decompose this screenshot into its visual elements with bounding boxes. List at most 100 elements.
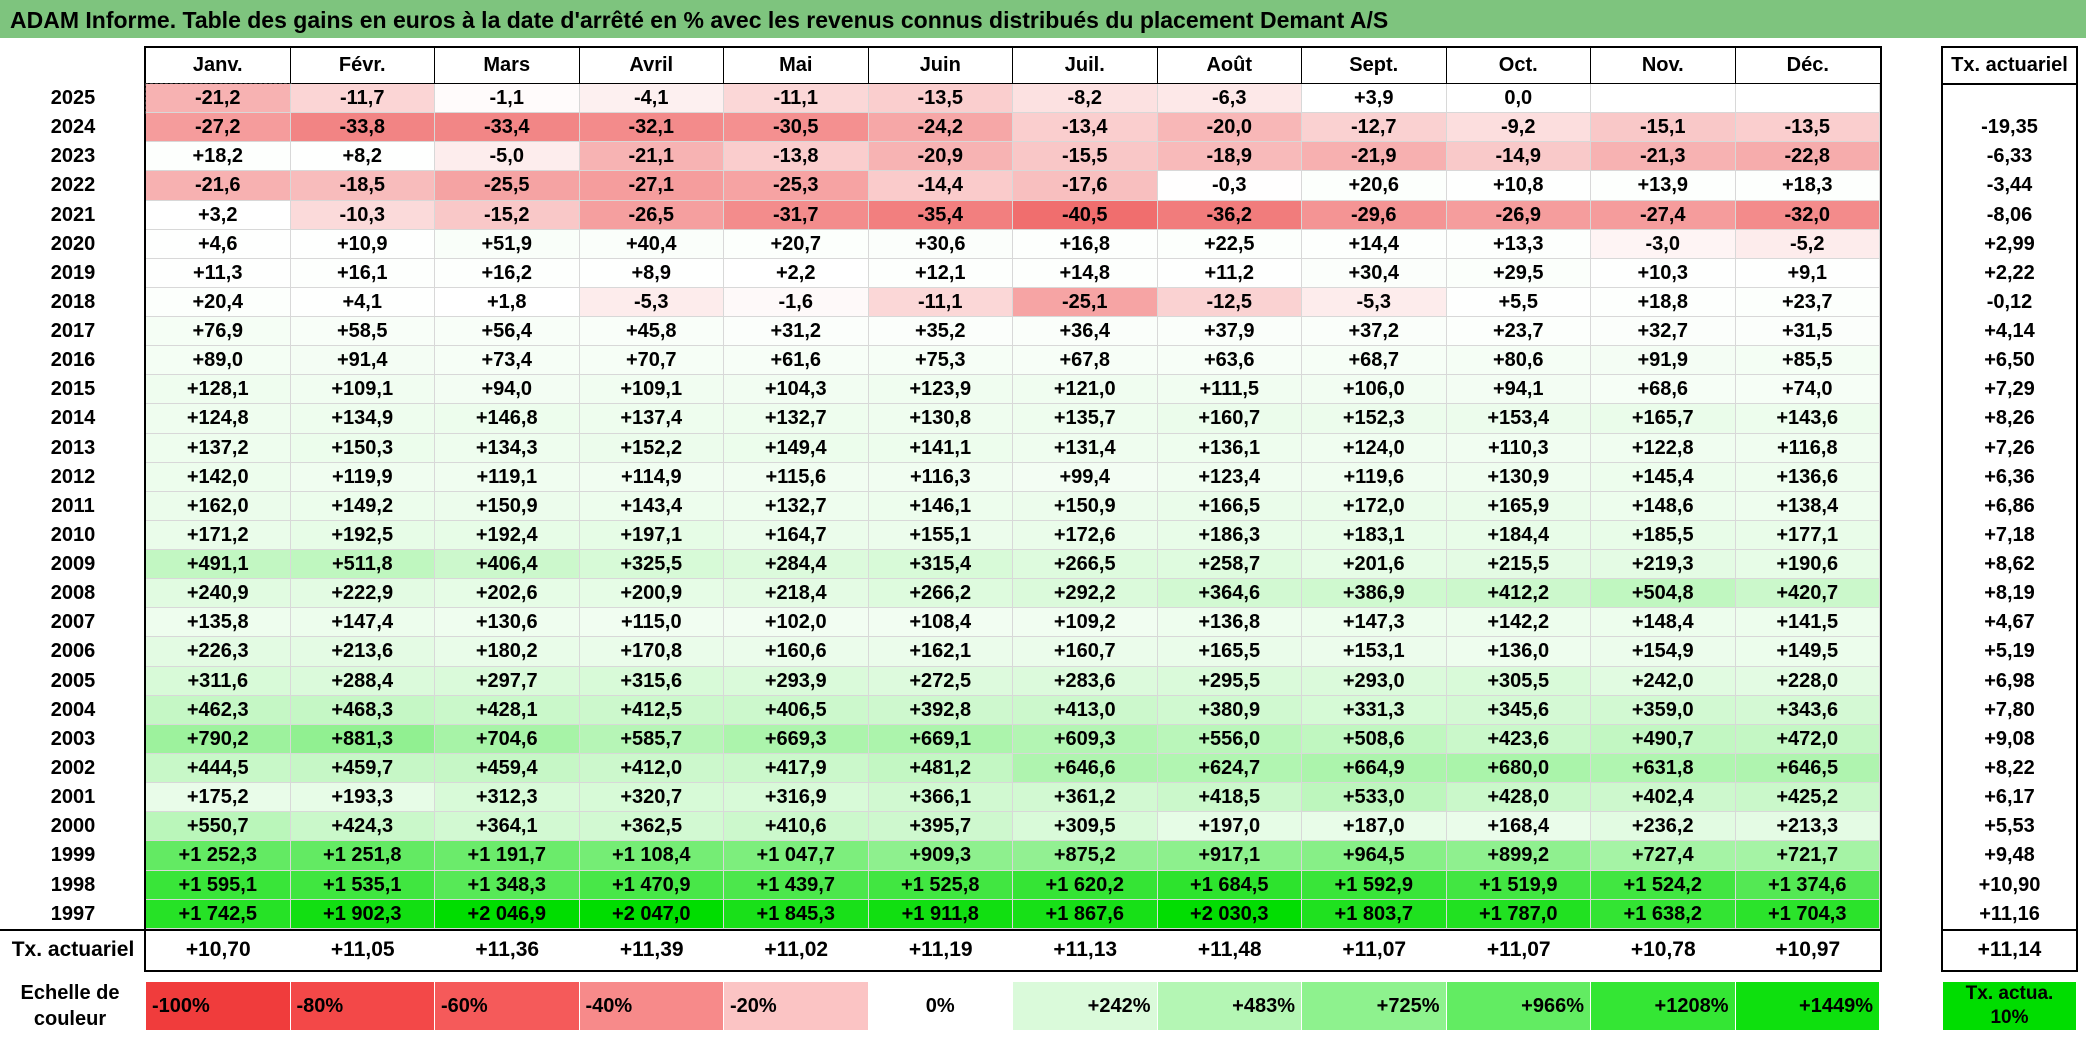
table-cell: +1 439,7 [724, 870, 869, 900]
table-cell: +14,8 [1013, 258, 1158, 288]
table-cell: +123,9 [868, 375, 1013, 405]
table-cell: +316,9 [724, 783, 869, 813]
table-cell: -13,4 [1013, 113, 1158, 143]
table-cell: +297,7 [435, 666, 580, 696]
table-cell: -21,3 [1591, 142, 1736, 172]
table-cell: -33,4 [435, 113, 580, 143]
table-cell: +462,3 [146, 695, 291, 725]
table-cell: +240,9 [146, 579, 291, 609]
table-cell: -24,2 [868, 113, 1013, 143]
year-label: 2007 [50, 611, 96, 634]
table-cell: +114,9 [579, 462, 724, 492]
table-cell: +143,6 [1735, 404, 1880, 434]
table-cell: +190,6 [1735, 550, 1880, 580]
table-cell: +149,2 [290, 491, 435, 521]
table-cell: +1 684,5 [1157, 870, 1302, 900]
summary-cell: +10,70 [185, 938, 251, 961]
table-cell: +130,9 [1446, 462, 1591, 492]
table-cell: +130,6 [435, 608, 580, 638]
table-cell: -32,1 [579, 113, 724, 143]
table-cell: +70,7 [579, 346, 724, 376]
table-cell: +115,6 [724, 462, 869, 492]
tx-cell: +5,19 [1984, 640, 2035, 663]
table-cell: +266,2 [868, 579, 1013, 609]
year-label: 1997 [50, 902, 96, 925]
table-cell: +364,1 [435, 812, 580, 842]
table-cell: +13,3 [1446, 229, 1591, 259]
tx-cell: +9,48 [1984, 844, 2035, 867]
table-cell: +283,6 [1013, 666, 1158, 696]
table-cell: -18,5 [290, 171, 435, 201]
summary-cell: +11,13 [1053, 938, 1118, 961]
scale-swatch: 0% [868, 982, 1013, 1030]
table-cell: -13,5 [1735, 113, 1880, 143]
table-cell: +1 638,2 [1591, 899, 1736, 929]
table-cell: +141,5 [1735, 608, 1880, 638]
table-cell: -14,4 [868, 171, 1013, 201]
table-cell: +311,6 [146, 666, 291, 696]
table-cell: +406,4 [435, 550, 580, 580]
month-header: Oct. [1447, 48, 1591, 84]
table-cell: +459,4 [435, 753, 580, 784]
table-cell: -11,1 [724, 84, 869, 114]
table-cell: +37,2 [1302, 317, 1447, 347]
table-cell: +12,1 [868, 258, 1013, 288]
table-cell [1591, 84, 1736, 114]
table-cell: +192,5 [290, 520, 435, 551]
summary-cell: +11,39 [619, 938, 684, 961]
table-cell: +646,6 [1013, 753, 1158, 784]
table-cell: +424,3 [290, 812, 435, 842]
table-cell: +150,9 [1013, 491, 1158, 521]
table-cell: +420,7 [1735, 579, 1880, 609]
table-cell: +1 595,1 [146, 870, 291, 900]
table-cell: +165,9 [1446, 491, 1591, 521]
table-cell: -27,2 [146, 113, 291, 143]
tx-cell: -6,33 [1986, 145, 2033, 168]
table-cell: +119,6 [1302, 462, 1447, 492]
year-label: 2005 [50, 669, 96, 692]
table-cell: +185,5 [1591, 520, 1736, 551]
summary-cell: +11,07 [1342, 938, 1407, 961]
year-label: 2021 [50, 203, 96, 226]
table-cell: -3,0 [1591, 229, 1736, 259]
month-header: Juil. [1013, 48, 1158, 84]
year-label: 1999 [50, 844, 96, 867]
table-cell: +10,3 [1591, 258, 1736, 288]
table-cell: +2 046,9 [435, 899, 580, 929]
table-cell: +149,4 [724, 433, 869, 463]
table-cell: +11,2 [1157, 258, 1302, 288]
summary-cell: +11,02 [764, 938, 829, 961]
table-cell: +412,2 [1446, 579, 1591, 609]
table-cell: -33,8 [290, 113, 435, 143]
table-cell: +669,1 [868, 724, 1013, 754]
tx-cell: +11,16 [1979, 902, 2040, 925]
table-cell: +258,7 [1157, 550, 1302, 580]
table-cell: +1 535,1 [290, 870, 435, 900]
table-cell: +2 047,0 [579, 899, 724, 929]
table-cell: +177,1 [1735, 520, 1880, 551]
table-cell: +201,6 [1302, 550, 1447, 580]
table-cell: +119,9 [290, 462, 435, 492]
table-cell: +35,2 [868, 317, 1013, 347]
table-cell: -11,1 [868, 287, 1013, 318]
table-cell: +1 191,7 [435, 841, 580, 871]
table-cell: +61,6 [724, 346, 869, 376]
table-cell: -6,3 [1157, 84, 1302, 114]
tx-cell: +5,53 [1984, 815, 2035, 838]
scale-swatch: +1208% [1591, 982, 1736, 1030]
table-cell: +412,5 [579, 695, 724, 725]
table-cell: +1 108,4 [579, 841, 724, 871]
table-cell: +417,9 [724, 753, 869, 784]
table-cell: +242,0 [1591, 666, 1736, 696]
table-cell: +128,1 [146, 375, 291, 405]
table-cell: +899,2 [1446, 841, 1591, 871]
table-cell: +425,2 [1735, 783, 1880, 813]
table-cell: +1 525,8 [868, 870, 1013, 900]
month-header: Déc. [1786, 54, 1829, 76]
year-label: 2002 [50, 756, 96, 779]
table-cell: +119,1 [435, 462, 580, 492]
table-cell: +1 620,2 [1013, 870, 1158, 900]
table-cell: -5,2 [1735, 229, 1880, 259]
table-cell: +152,3 [1302, 404, 1447, 434]
table-cell: +2,2 [724, 258, 869, 288]
